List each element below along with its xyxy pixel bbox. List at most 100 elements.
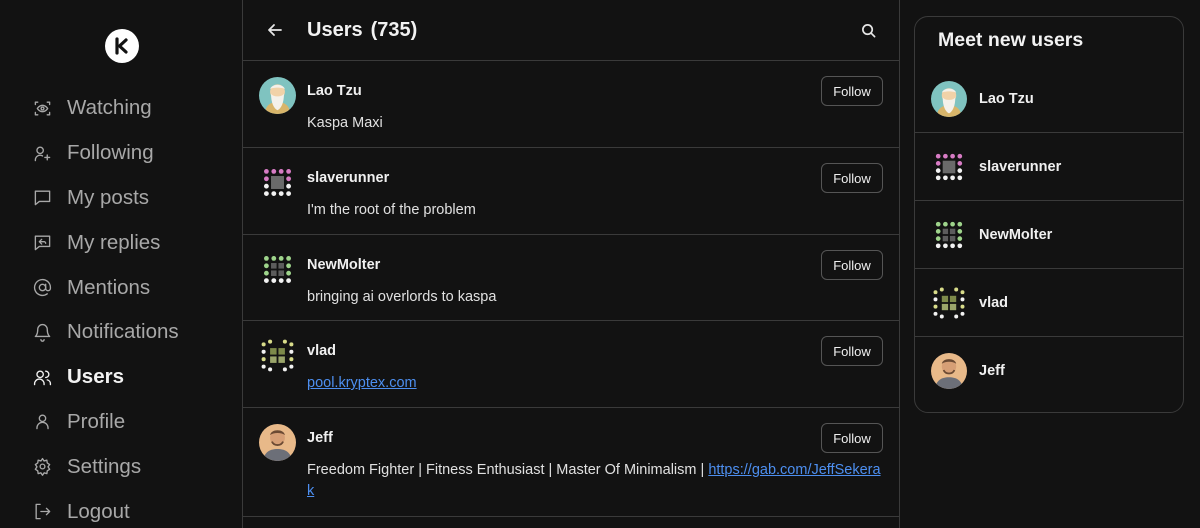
logo-k-icon bbox=[115, 37, 128, 55]
user-name[interactable]: vlad bbox=[307, 343, 336, 359]
avatar[interactable] bbox=[259, 77, 296, 114]
page-header: Users (735) bbox=[243, 0, 899, 61]
nav-label: Users bbox=[67, 365, 124, 389]
portrait-sage-avatar bbox=[259, 77, 296, 114]
user-name[interactable]: slaverunner bbox=[307, 170, 389, 186]
main-nav: Watching Following My posts My replies M… bbox=[32, 86, 179, 528]
page-title: Users (735) bbox=[307, 19, 417, 42]
user-bio: pool.kryptex.com bbox=[307, 373, 885, 394]
identicon-yellow-avatar bbox=[931, 285, 967, 321]
search-icon bbox=[861, 23, 875, 37]
nav-item-notifications[interactable]: Notifications bbox=[32, 310, 179, 355]
identicon-green-avatar bbox=[259, 251, 296, 288]
suggested-user[interactable]: Lao Tzu bbox=[915, 65, 1183, 133]
suggested-user[interactable]: vlad bbox=[915, 269, 1183, 337]
nav-item-following[interactable]: Following bbox=[32, 131, 179, 176]
follow-button[interactable]: Follow bbox=[821, 423, 883, 453]
user-row[interactable]: vlad pool.kryptex.com Follow bbox=[243, 321, 899, 408]
avatar[interactable] bbox=[259, 251, 296, 288]
nav-label: Watching bbox=[67, 96, 152, 120]
nav-item-profile[interactable]: Profile bbox=[32, 400, 179, 445]
user-count: (735) bbox=[370, 19, 418, 41]
user-bio-link[interactable]: pool.kryptex.com bbox=[307, 375, 417, 391]
user-bio-text: Freedom Fighter | Fitness Enthusiast | M… bbox=[307, 462, 709, 478]
nav-label: Mentions bbox=[67, 275, 151, 299]
panel-title: Meet new users bbox=[938, 29, 1084, 51]
nav-label: Settings bbox=[67, 454, 142, 478]
nav-item-logout[interactable]: Logout bbox=[32, 489, 179, 528]
avatar bbox=[931, 149, 967, 185]
follow-button[interactable]: Follow bbox=[821, 336, 883, 366]
nav-label: Notifications bbox=[67, 320, 179, 344]
suggested-user-name: Jeff bbox=[979, 363, 1005, 379]
identicon-green-avatar bbox=[931, 217, 967, 253]
user-bio: Freedom Fighter | Fitness Enthusiast | M… bbox=[307, 460, 887, 502]
avatar bbox=[931, 353, 967, 389]
suggested-user-name: Lao Tzu bbox=[979, 91, 1034, 107]
message-reply-icon bbox=[32, 233, 52, 253]
nav-item-my-posts[interactable]: My posts bbox=[32, 176, 179, 221]
user-name[interactable]: NewMolter bbox=[307, 257, 380, 273]
user-bio-text: bringing ai overlords to kaspa bbox=[307, 289, 497, 305]
user-row[interactable]: slaverunner I'm the root of the problem … bbox=[243, 148, 899, 235]
meet-new-users-panel: Meet new users Lao Tzu slaverunner NewMo… bbox=[914, 16, 1184, 413]
user-bio: I'm the root of the problem bbox=[307, 200, 885, 221]
nav-label: Following bbox=[67, 141, 154, 165]
bell-icon bbox=[32, 322, 52, 342]
suggested-user[interactable]: NewMolter bbox=[915, 201, 1183, 269]
identicon-pink-avatar bbox=[931, 149, 967, 185]
user-row[interactable]: Lao Tzu Kaspa Maxi Follow bbox=[243, 61, 899, 148]
logout-icon bbox=[32, 502, 52, 522]
app-logo[interactable] bbox=[105, 29, 139, 63]
suggested-user[interactable]: Jeff bbox=[915, 337, 1183, 405]
user-icon bbox=[32, 412, 52, 432]
gear-icon bbox=[32, 457, 52, 477]
nav-item-my-replies[interactable]: My replies bbox=[32, 220, 179, 265]
user-plus-icon bbox=[32, 143, 52, 163]
back-button[interactable] bbox=[265, 20, 285, 40]
follow-button[interactable]: Follow bbox=[821, 76, 883, 106]
nav-label: My replies bbox=[67, 230, 161, 254]
nav-item-watching[interactable]: Watching bbox=[32, 86, 179, 131]
user-row[interactable]: NewMolter bringing ai overlords to kaspa… bbox=[243, 235, 899, 321]
avatar[interactable] bbox=[259, 164, 296, 201]
users-icon bbox=[32, 367, 52, 387]
left-sidebar: Watching Following My posts My replies M… bbox=[0, 0, 242, 528]
at-sign-icon bbox=[32, 278, 52, 298]
user-bio: bringing ai overlords to kaspa bbox=[307, 287, 885, 308]
portrait-sage-avatar bbox=[931, 81, 967, 117]
nav-label: Profile bbox=[67, 409, 126, 433]
arrow-left-icon bbox=[268, 24, 282, 36]
suggested-user[interactable]: slaverunner bbox=[915, 133, 1183, 201]
nav-item-users[interactable]: Users bbox=[32, 355, 179, 400]
nav-item-settings[interactable]: Settings bbox=[32, 444, 179, 489]
nav-label: My posts bbox=[67, 185, 150, 209]
avatar bbox=[931, 81, 967, 117]
suggested-user-name: NewMolter bbox=[979, 227, 1053, 243]
suggested-user-name: vlad bbox=[979, 295, 1009, 311]
suggestion-list: Lao Tzu slaverunner NewMolter vlad Jeff bbox=[915, 65, 1183, 405]
user-bio: Kaspa Maxi bbox=[307, 113, 885, 134]
avatar[interactable] bbox=[259, 424, 296, 461]
portrait-man-avatar bbox=[931, 353, 967, 389]
portrait-man-avatar bbox=[259, 424, 296, 461]
avatar bbox=[931, 217, 967, 253]
user-row[interactable]: Jeff Freedom Fighter | Fitness Enthusias… bbox=[243, 408, 899, 517]
user-name[interactable]: Jeff bbox=[307, 430, 333, 446]
follow-button[interactable]: Follow bbox=[821, 163, 883, 193]
follow-button[interactable]: Follow bbox=[821, 250, 883, 280]
users-main-column: Users (735) Lao Tzu Kaspa Maxi Follow sl… bbox=[242, 0, 900, 528]
identicon-yellow-avatar bbox=[259, 337, 296, 374]
eye-scan-icon bbox=[32, 98, 52, 118]
nav-item-mentions[interactable]: Mentions bbox=[32, 265, 179, 310]
suggested-user-name: slaverunner bbox=[979, 159, 1062, 175]
avatar bbox=[931, 285, 967, 321]
search-button[interactable] bbox=[859, 21, 877, 39]
nav-label: Logout bbox=[67, 499, 130, 523]
identicon-pink-avatar bbox=[259, 164, 296, 201]
user-bio-text: Kaspa Maxi bbox=[307, 115, 383, 131]
avatar[interactable] bbox=[259, 337, 296, 374]
user-name[interactable]: Lao Tzu bbox=[307, 83, 362, 99]
user-bio-text: I'm the root of the problem bbox=[307, 202, 476, 218]
message-square-icon bbox=[32, 188, 52, 208]
